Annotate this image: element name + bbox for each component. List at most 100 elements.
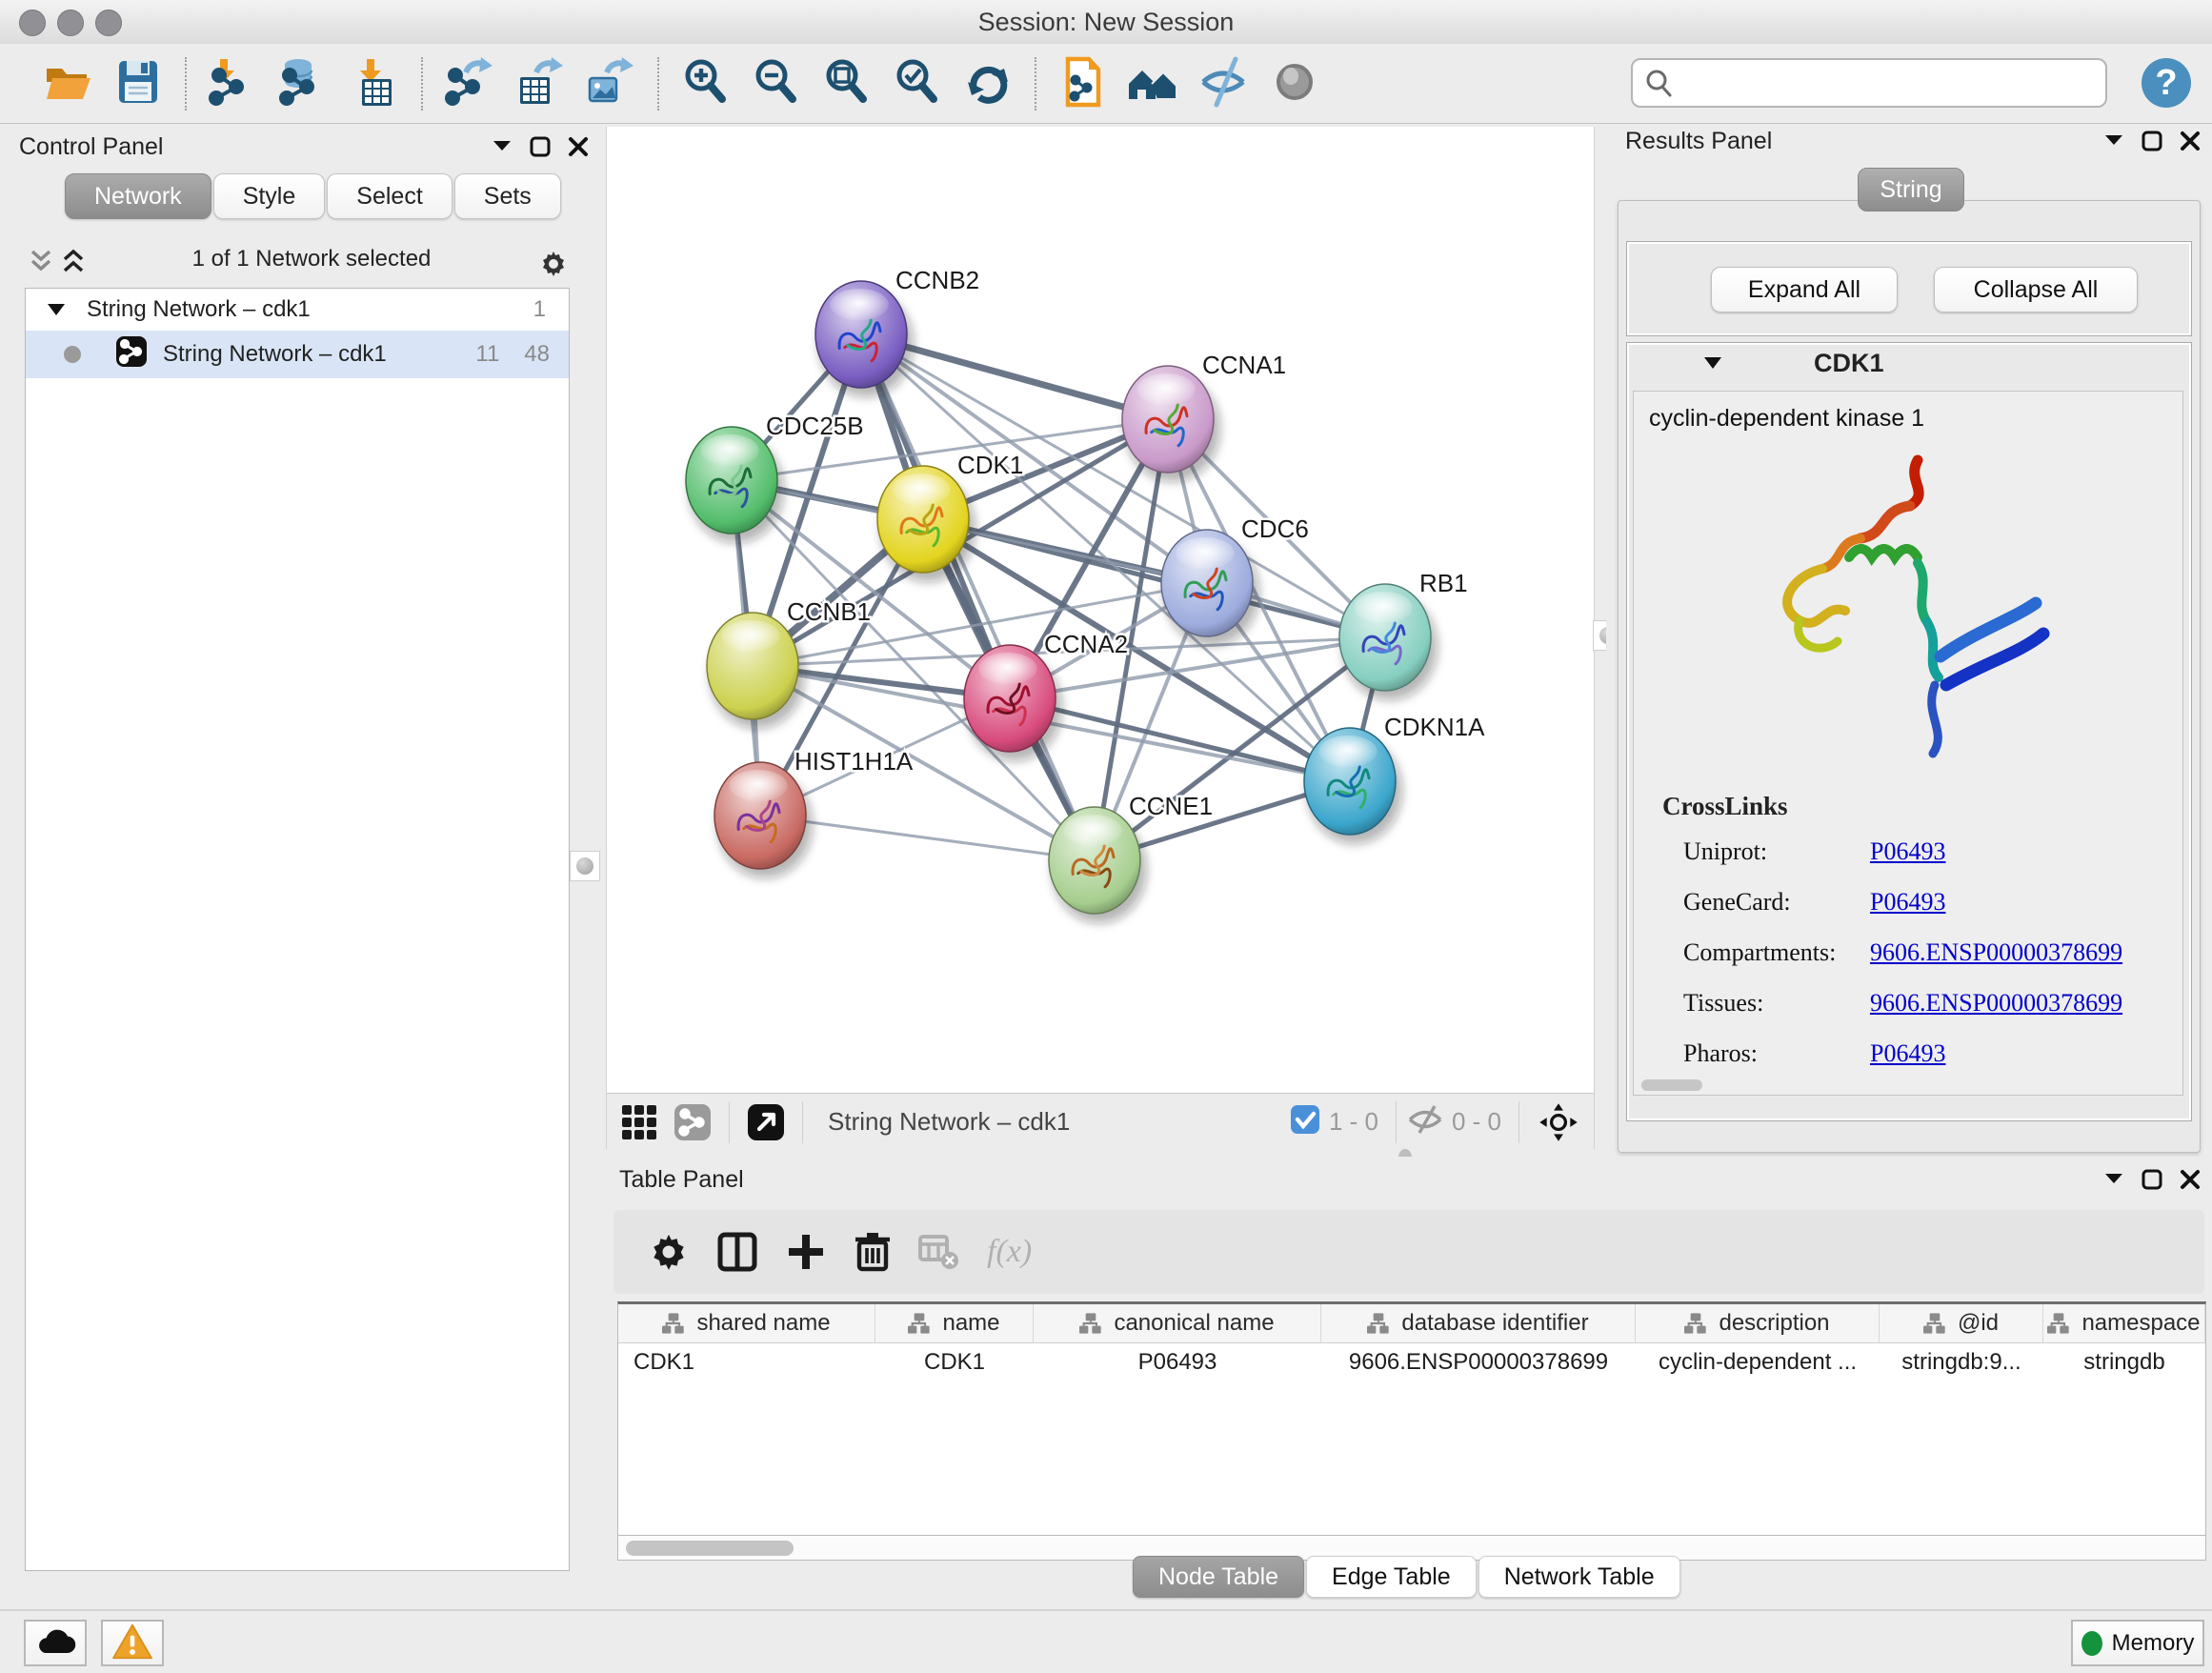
export-network-button[interactable] — [440, 53, 499, 114]
control-panel-collapse-button[interactable] — [492, 136, 513, 159]
table-panel-close-button[interactable] — [2180, 1169, 2201, 1192]
create-column-button[interactable] — [785, 1231, 827, 1273]
collapse-all-networks-button[interactable] — [29, 248, 53, 271]
open-session-button[interactable] — [38, 53, 97, 114]
network-options-gear-button[interactable] — [537, 248, 570, 271]
network-canvas[interactable]: CCNB2CCNA1CDC25BCDK1CDC6RB1CCNB1CCNA2CDK… — [606, 127, 1595, 1149]
grid-view-button[interactable] — [620, 1101, 658, 1143]
tab-select[interactable]: Select — [327, 173, 452, 219]
network-node-RB1[interactable] — [1339, 584, 1438, 700]
table-cell[interactable]: CDK1 — [875, 1349, 1034, 1376]
table-panel-collapse-button[interactable] — [2103, 1169, 2124, 1192]
table-cell[interactable]: stringdb:9... — [1880, 1349, 2043, 1376]
selected-node-edge-counts: 1 - 0 — [1329, 1107, 1378, 1137]
fit-content-crosshair-button[interactable] — [1537, 1101, 1580, 1143]
table-cell[interactable]: CDK1 — [618, 1349, 875, 1376]
tab-network-table[interactable]: Network Table — [1478, 1556, 1680, 1598]
network-row[interactable]: String Network – cdk1 11 48 — [26, 331, 569, 378]
search-input[interactable] — [1631, 58, 2107, 108]
zoom-fit-button[interactable] — [817, 53, 876, 114]
table-cell[interactable]: P06493 — [1034, 1349, 1321, 1376]
column-header-name[interactable]: name — [875, 1304, 1034, 1342]
export-image-button[interactable] — [581, 53, 640, 114]
table-cell[interactable]: stringdb — [2043, 1349, 2205, 1376]
minimize-window-button[interactable] — [57, 10, 84, 36]
hidden-eye-icon[interactable] — [1406, 1103, 1444, 1140]
refresh-button[interactable] — [958, 53, 1017, 114]
entry-collapse-icon[interactable] — [1703, 356, 1722, 370]
tab-sets[interactable]: Sets — [454, 173, 561, 219]
tree-expand-icon[interactable] — [47, 303, 66, 316]
column-header--id[interactable]: @id — [1880, 1304, 2043, 1342]
crosslink-link[interactable]: P06493 — [1870, 837, 1945, 865]
import-table-file-button[interactable] — [345, 53, 404, 114]
table-cell[interactable]: cyclin-dependent ... — [1636, 1349, 1880, 1376]
network-node-CCNA1[interactable] — [1122, 366, 1220, 482]
collapse-all-button[interactable]: Collapse All — [1934, 267, 2138, 312]
table-panel-float-button[interactable] — [2142, 1169, 2162, 1192]
network-node-CCNA2[interactable] — [964, 645, 1062, 761]
zoom-window-button[interactable] — [95, 10, 122, 36]
column-header-namespace[interactable]: namespace — [2043, 1304, 2205, 1342]
save-session-button[interactable] — [109, 53, 168, 114]
warnings-button[interactable] — [101, 1620, 164, 1666]
control-panel-close-button[interactable] — [568, 136, 589, 159]
tab-node-table[interactable]: Node Table — [1133, 1556, 1304, 1598]
zoom-out-button[interactable] — [747, 53, 806, 114]
show-columns-button[interactable] — [716, 1231, 758, 1273]
network-collection-row[interactable]: String Network – cdk1 1 — [26, 289, 569, 331]
delete-column-button[interactable] — [854, 1231, 892, 1273]
network-node-HIST1H1A[interactable] — [714, 762, 813, 878]
crosslink-link[interactable]: P06493 — [1870, 1039, 1945, 1067]
network-node-CDKN1A[interactable] — [1304, 728, 1402, 844]
selected-checkbox[interactable] — [1289, 1103, 1321, 1140]
column-header-database-identifier[interactable]: database identifier — [1321, 1304, 1636, 1342]
crosslink-link[interactable]: 9606.ENSP00000378699 — [1870, 938, 2122, 966]
network-graph[interactable]: CCNB2CCNA1CDC25BCDK1CDC6RB1CCNB1CCNA2CDK… — [607, 127, 1594, 1093]
tab-edge-table[interactable]: Edge Table — [1306, 1556, 1477, 1598]
help-button[interactable]: ? — [2138, 54, 2195, 111]
memory-button[interactable]: Memory — [2071, 1620, 2204, 1666]
export-table-button[interactable] — [511, 53, 570, 114]
tab-network[interactable]: Network — [65, 173, 211, 219]
tab-string[interactable]: String — [1858, 168, 1964, 212]
network-share-view-button[interactable] — [674, 1101, 712, 1143]
import-network-file-button[interactable] — [204, 53, 263, 114]
show-all-button[interactable] — [1265, 53, 1324, 114]
hide-selected-button[interactable] — [1195, 53, 1254, 114]
close-window-button[interactable] — [19, 10, 46, 36]
zoom-selected-button[interactable] — [888, 53, 947, 114]
network-node-CCNB2[interactable] — [815, 281, 914, 397]
home-button[interactable] — [1124, 53, 1183, 114]
network-node-CDK1[interactable] — [877, 466, 975, 582]
expand-all-networks-button[interactable] — [61, 248, 86, 271]
left-splitter-handle[interactable] — [570, 851, 600, 881]
tab-style[interactable]: Style — [213, 173, 326, 219]
crosslink-link[interactable]: 9606.ENSP00000378699 — [1870, 989, 2122, 1017]
table-row[interactable]: CDK1CDK1P064939606.ENSP00000378699cyclin… — [618, 1343, 2205, 1381]
network-node-CCNE1[interactable] — [1049, 807, 1147, 923]
zoom-in-button[interactable] — [676, 53, 735, 114]
results-panel-float-button[interactable] — [2142, 131, 2162, 153]
column-header-description[interactable]: description — [1636, 1304, 1880, 1342]
table-options-gear-button[interactable] — [648, 1231, 690, 1273]
column-header-shared-name[interactable]: shared name — [618, 1304, 875, 1342]
table-cell[interactable]: 9606.ENSP00000378699 — [1321, 1349, 1636, 1376]
crosslink-label: GeneCard: — [1683, 888, 1870, 917]
control-panel-float-button[interactable] — [530, 136, 551, 159]
import-network-database-button[interactable] — [274, 53, 333, 114]
birdseye-view-button[interactable] — [747, 1101, 785, 1143]
network-from-file-button[interactable] — [1054, 53, 1113, 114]
network-node-CDC25B[interactable] — [686, 427, 784, 543]
cloud-status-button[interactable] — [24, 1620, 87, 1666]
crosslink-link[interactable]: P06493 — [1870, 888, 1945, 916]
gene-entry-header[interactable]: CDK1 — [1627, 343, 2191, 383]
table-scrollbar-thumb[interactable] — [626, 1541, 794, 1556]
network-edge[interactable] — [861, 334, 1095, 860]
results-panel-collapse-button[interactable] — [2103, 131, 2124, 153]
results-panel-close-button[interactable] — [2180, 131, 2201, 153]
entry-horizontal-scrollbar[interactable] — [1641, 1079, 1702, 1091]
expand-all-button[interactable]: Expand All — [1711, 267, 1898, 312]
network-node-CDC6[interactable] — [1161, 530, 1259, 646]
column-header-canonical-name[interactable]: canonical name — [1034, 1304, 1321, 1342]
